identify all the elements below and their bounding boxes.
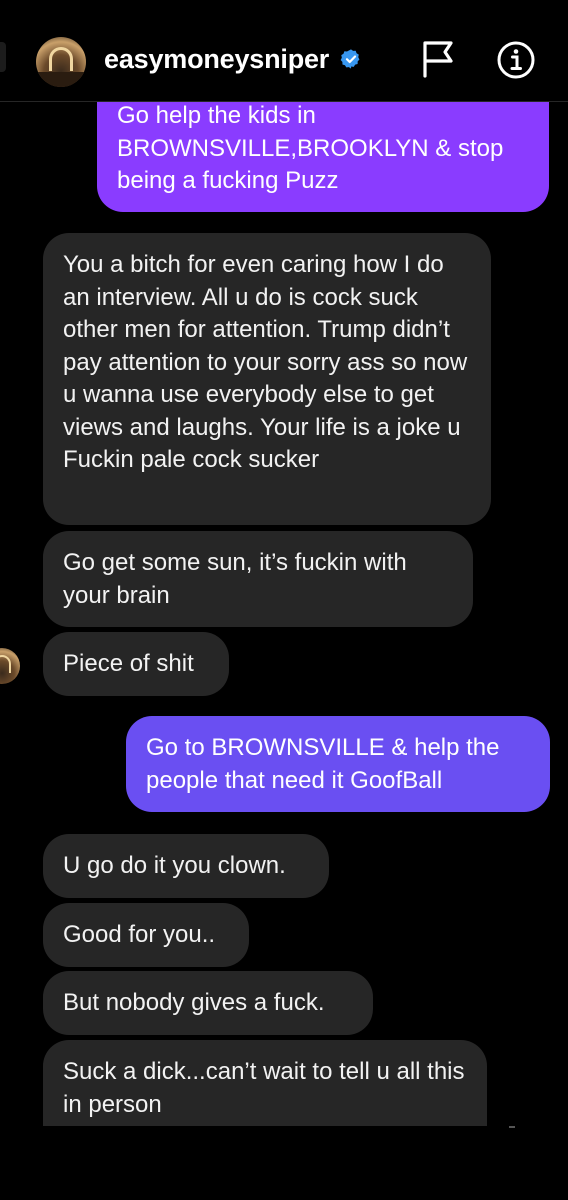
message-text: But nobody gives a fuck. bbox=[63, 989, 325, 1016]
message-bubble-outgoing[interactable]: Go to BROWNSVILLE & help the people that… bbox=[126, 716, 550, 812]
message-text: You a bitch for even caring how I do an … bbox=[63, 251, 468, 473]
chat-screen: Go help the kids in BROWNSVILLE,BROOKLYN… bbox=[0, 0, 568, 1200]
message-text: Good for you.. bbox=[63, 921, 216, 948]
message-bubble-incoming[interactable]: But nobody gives a fuck. bbox=[43, 971, 373, 1035]
message-bubble-incoming[interactable]: Go get some sun, it’s fuckin with your b… bbox=[43, 531, 473, 627]
message-text: Suck a dick...can’t wait to tell u all t… bbox=[63, 1058, 465, 1118]
verified-badge-icon bbox=[340, 49, 360, 69]
flag-icon[interactable] bbox=[421, 40, 455, 78]
message-bubble-incoming[interactable]: U go do it you clown. bbox=[43, 834, 329, 898]
chat-header: easymoneysniper bbox=[0, 0, 568, 102]
message-text: Go get some sun, it’s fuckin with your b… bbox=[63, 549, 407, 609]
message-bubble-outgoing[interactable]: Go help the kids in BROWNSVILLE,BROOKLYN… bbox=[97, 88, 549, 212]
sender-avatar[interactable] bbox=[0, 648, 20, 684]
message-text: U go do it you clown. bbox=[63, 852, 286, 879]
message-text: Piece of shit bbox=[63, 650, 194, 677]
message-bubble-incoming[interactable]: Piece of shit bbox=[43, 632, 229, 696]
info-icon[interactable] bbox=[496, 40, 536, 80]
back-edge[interactable] bbox=[0, 42, 6, 72]
username[interactable]: easymoneysniper bbox=[104, 44, 329, 75]
message-text: Go help the kids in BROWNSVILLE,BROOKLYN… bbox=[117, 102, 504, 194]
divider bbox=[509, 1126, 515, 1128]
message-bubble-incoming[interactable]: Good for you.. bbox=[43, 903, 249, 967]
message-text: Go to BROWNSVILLE & help the people that… bbox=[146, 734, 500, 794]
message-bubble-incoming[interactable]: You a bitch for even caring how I do an … bbox=[43, 233, 491, 525]
message-bubble-incoming[interactable]: Suck a dick...can’t wait to tell u all t… bbox=[43, 1040, 487, 1126]
profile-avatar[interactable] bbox=[36, 37, 86, 87]
